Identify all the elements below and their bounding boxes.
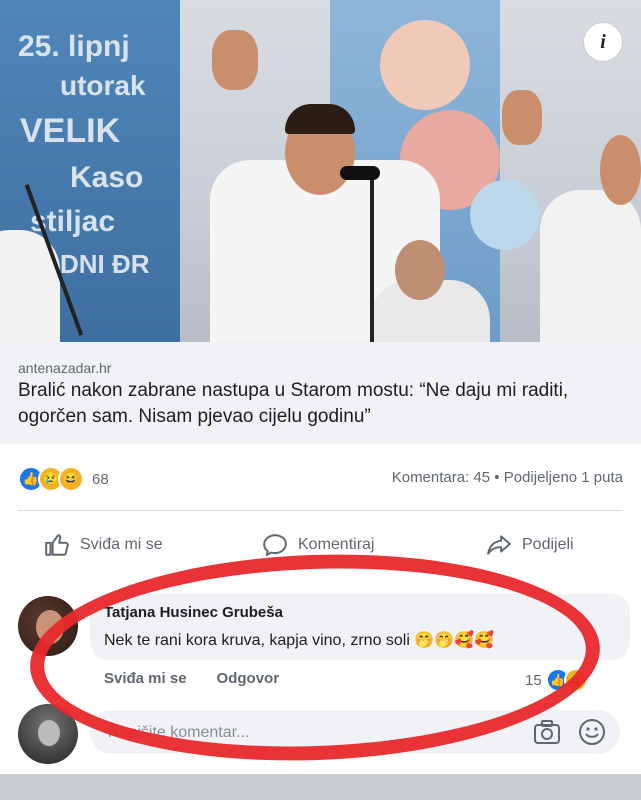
avatar[interactable]: [18, 596, 78, 656]
comment-icon: [262, 532, 288, 558]
musician: [540, 190, 641, 342]
divider: [18, 510, 623, 511]
banner-line: Kaso: [70, 161, 144, 194]
reaction-summary[interactable]: 👍 😢 😆 68: [18, 466, 109, 492]
link-domain: antenazadar.hr: [18, 360, 112, 376]
musician-face: [395, 240, 445, 300]
bottom-bar: [0, 774, 641, 800]
microphone: [340, 166, 380, 180]
raised-hand-right: [502, 90, 542, 145]
banner-line: stiljac: [30, 205, 116, 238]
reaction-count: 68: [92, 470, 109, 488]
comment-button[interactable]: Komentiraj: [262, 532, 374, 558]
comment-reaction-count: 15: [525, 671, 542, 689]
share-count-link[interactable]: Podijeljeno 1 puta: [504, 469, 623, 486]
haha-reaction-icon: 😆: [563, 668, 588, 692]
comment-count-link[interactable]: Komentara: 45: [392, 469, 490, 486]
comment-actions: Sviđa mi se Odgovor: [104, 670, 279, 687]
share-button-label: Podijeli: [522, 536, 574, 553]
link-headline[interactable]: Bralić nakon zabrane nastupa u Starom mo…: [18, 378, 623, 430]
banner-line: VELIK: [20, 112, 121, 150]
mic-stand: [370, 175, 374, 342]
post-stats: Komentara: 45 • Podijeljeno 1 puta: [392, 469, 623, 486]
balloon: [470, 180, 540, 250]
banner-line: DNI ĐR: [60, 249, 150, 279]
stats-separator: •: [494, 469, 500, 486]
comment-like-link[interactable]: Sviđa mi se: [104, 670, 187, 687]
haha-reaction-icon: 😆: [58, 466, 84, 492]
musician-face: [600, 135, 641, 205]
like-button[interactable]: Sviđa mi se: [44, 532, 163, 558]
comment-input-placeholder: Napišite komentar...: [108, 724, 250, 741]
emoji-icon[interactable]: [578, 718, 606, 746]
camera-icon[interactable]: [533, 719, 561, 745]
singer-hair: [285, 104, 355, 134]
article-photo[interactable]: 25. lipnj utorak VELIK Kaso stiljac DNI …: [0, 0, 641, 342]
comment-reactions[interactable]: 15 👍 😆: [525, 668, 588, 692]
like-button-label: Sviđa mi se: [80, 536, 163, 553]
share-button[interactable]: Podijeli: [486, 532, 574, 558]
comment-author[interactable]: Tatjana Husinec Grubeša: [104, 604, 283, 621]
comment-text: Nek te rani kora kruva, kapja vino, zrno…: [104, 632, 495, 649]
thumbs-up-icon: [44, 532, 70, 558]
current-user-avatar[interactable]: [18, 704, 78, 764]
raised-hand-left: [212, 30, 258, 90]
info-icon[interactable]: i: [583, 22, 623, 62]
balloon: [380, 20, 470, 110]
banner-line: utorak: [60, 70, 146, 101]
share-icon: [486, 532, 512, 558]
banner-line: 25. lipnj: [18, 30, 130, 63]
comment-button-label: Komentiraj: [298, 536, 375, 553]
comment-reply-link[interactable]: Odgovor: [217, 670, 280, 687]
